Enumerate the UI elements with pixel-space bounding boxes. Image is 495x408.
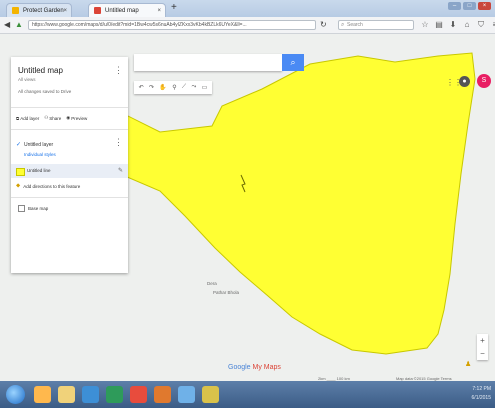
search-placeholder: Search bbox=[347, 22, 363, 28]
add-layer-button[interactable]: ⧉ Add layer bbox=[16, 115, 39, 121]
zoom-controls: + − bbox=[477, 334, 488, 360]
preview-button[interactable]: ◉ Preview bbox=[66, 115, 87, 121]
map-views-count: All views bbox=[18, 77, 36, 82]
feature-label: Untitled line bbox=[27, 168, 51, 173]
google-my-maps-logo: Google My Maps bbox=[228, 364, 281, 371]
map-canvas[interactable]: Dera Pathar Bhola Untitled map ⋮ All vie… bbox=[0, 34, 495, 381]
polygon-shape[interactable] bbox=[119, 52, 476, 355]
tab-protect-garden[interactable]: Protect Garden × bbox=[6, 3, 72, 17]
download-icon[interactable]: ⬇ bbox=[449, 20, 457, 30]
star-icon[interactable]: ☆ bbox=[421, 20, 429, 30]
window-controls: – □ × bbox=[448, 2, 491, 10]
add-marker-icon[interactable]: ⚲ bbox=[172, 84, 176, 91]
redo-icon[interactable]: ↷ bbox=[149, 84, 154, 91]
map-search-input[interactable] bbox=[134, 54, 282, 71]
pegman-icon[interactable]: ♟ bbox=[465, 360, 471, 368]
select-hand-icon[interactable]: ✋ bbox=[159, 84, 166, 91]
navigation-bar: ◀ ▲ https://www.google.com/maps/d/u/0/ed… bbox=[0, 17, 495, 34]
feature-row-selected[interactable]: Untitled line ✎ bbox=[11, 164, 128, 178]
panel-divider bbox=[11, 107, 128, 108]
avatar[interactable]: S bbox=[477, 74, 491, 88]
url-text: https://www.google.com/maps/d/u/0/edit?m… bbox=[32, 22, 247, 28]
new-tab-button[interactable]: + bbox=[171, 2, 177, 13]
search-icon: ⌕ bbox=[290, 57, 296, 67]
browser-search-box[interactable]: ⌕ Search bbox=[338, 20, 414, 30]
base-map-toggle-icon bbox=[18, 205, 25, 212]
zoom-in-button[interactable]: + bbox=[477, 334, 488, 347]
directions-label: Add directions to this feature bbox=[23, 184, 81, 189]
map-place-label: Pathar Bhola bbox=[213, 290, 240, 295]
maximize-button[interactable]: □ bbox=[463, 2, 476, 10]
map-title[interactable]: Untitled map bbox=[18, 66, 63, 75]
close-window-button[interactable]: × bbox=[478, 2, 491, 10]
clock-time: 7:12 PM bbox=[472, 386, 491, 392]
reload-icon[interactable]: ↻ bbox=[320, 21, 327, 29]
taskbar-ie-icon[interactable] bbox=[178, 386, 195, 403]
tab-close-icon[interactable]: × bbox=[157, 8, 161, 14]
draw-line-icon[interactable]: ⟋ bbox=[182, 84, 186, 91]
shield-icon[interactable]: ⛉ bbox=[477, 20, 485, 30]
taskbar-firefox-icon[interactable] bbox=[154, 386, 171, 403]
tab-bar: Protect Garden × Untitled map × + – □ × bbox=[0, 0, 495, 17]
search-icon: ⌕ bbox=[341, 22, 345, 28]
drawing-toolbar: ↶ ↷ ✋ ⚲ ⟋ ⤳ ▭ bbox=[134, 81, 212, 94]
menu-icon[interactable]: ≡ bbox=[491, 20, 495, 30]
map-search-button[interactable]: ⌕ bbox=[282, 54, 304, 71]
individual-styles-link[interactable]: Individual styles bbox=[24, 152, 56, 157]
minimize-button[interactable]: – bbox=[448, 2, 461, 10]
tab-favicon-icon bbox=[12, 7, 19, 14]
tab-favicon-icon bbox=[94, 7, 101, 14]
taskbar-media-icon[interactable] bbox=[82, 386, 99, 403]
browser-window: Protect Garden × Untitled map × + – □ × … bbox=[0, 0, 495, 408]
panel-divider bbox=[11, 197, 128, 198]
preview-icon: ◉ bbox=[66, 115, 71, 120]
back-icon[interactable]: ◀ bbox=[4, 21, 10, 29]
secure-lock-icon[interactable]: ▲ bbox=[15, 21, 23, 29]
feature-color-swatch[interactable] bbox=[16, 168, 25, 176]
taskbar-explorer-icon[interactable] bbox=[58, 386, 75, 403]
more-options-icon[interactable]: ⋮ bbox=[114, 65, 123, 76]
share-icon: ⚇ bbox=[44, 115, 49, 120]
ruler-icon[interactable]: ▭ bbox=[202, 84, 208, 91]
notifications-icon[interactable]: ● bbox=[459, 76, 470, 87]
base-map-label: Base map bbox=[28, 206, 49, 211]
tab-label: Untitled map bbox=[105, 7, 139, 14]
start-button[interactable] bbox=[6, 385, 25, 404]
base-map-row[interactable]: Base map bbox=[18, 205, 48, 212]
taskbar-folder-icon[interactable] bbox=[34, 386, 51, 403]
share-button[interactable]: ⚇ Share bbox=[44, 115, 61, 121]
directions-icon[interactable]: ⤳ bbox=[191, 84, 196, 91]
map-legend-panel: Untitled map ⋮ All views All changes sav… bbox=[11, 57, 128, 273]
taskbar-app-icon[interactable] bbox=[130, 386, 147, 403]
taskbar-excel-icon[interactable] bbox=[106, 386, 123, 403]
layer-header[interactable]: ✓ Untitled layer bbox=[16, 141, 53, 149]
toolbar-icons: ☆ ▤ ⬇ ⌂ ⛉ ≡ bbox=[421, 20, 495, 30]
zoom-out-button[interactable]: − bbox=[477, 347, 488, 360]
tab-close-icon[interactable]: × bbox=[63, 8, 67, 14]
map-description[interactable]: All changes saved to Drive bbox=[18, 89, 71, 94]
home-icon[interactable]: ⌂ bbox=[463, 20, 471, 30]
add-directions-row[interactable]: ⬥ Add directions to this feature bbox=[16, 183, 80, 190]
layer-checkbox-icon[interactable]: ✓ bbox=[16, 141, 21, 148]
layer-options-icon[interactable]: ⋮ bbox=[114, 137, 123, 148]
tab-untitled-map[interactable]: Untitled map × bbox=[88, 3, 166, 17]
layer-name[interactable]: Untitled layer bbox=[24, 142, 53, 148]
undo-icon[interactable]: ↶ bbox=[139, 84, 144, 91]
system-tray[interactable]: 7:12 PM 6/1/2015 bbox=[443, 385, 491, 404]
reading-list-icon[interactable]: ▤ bbox=[435, 20, 443, 30]
map-place-label: Dera bbox=[207, 281, 217, 286]
address-bar[interactable]: https://www.google.com/maps/d/u/0/edit?m… bbox=[28, 20, 316, 30]
tab-label: Protect Garden bbox=[23, 7, 64, 14]
panel-divider bbox=[11, 129, 128, 130]
clock-date: 6/1/2015 bbox=[471, 395, 491, 401]
panel-actions: ⧉ Add layer ⚇ Share ◉ Preview bbox=[16, 115, 87, 121]
taskbar-paint-icon[interactable] bbox=[202, 386, 219, 403]
add-layer-icon: ⧉ bbox=[16, 115, 20, 121]
edit-style-icon[interactable]: ✎ bbox=[118, 167, 123, 174]
directions-marker-icon: ⬥ bbox=[16, 183, 21, 189]
os-taskbar: 7:12 PM 6/1/2015 bbox=[0, 381, 495, 408]
